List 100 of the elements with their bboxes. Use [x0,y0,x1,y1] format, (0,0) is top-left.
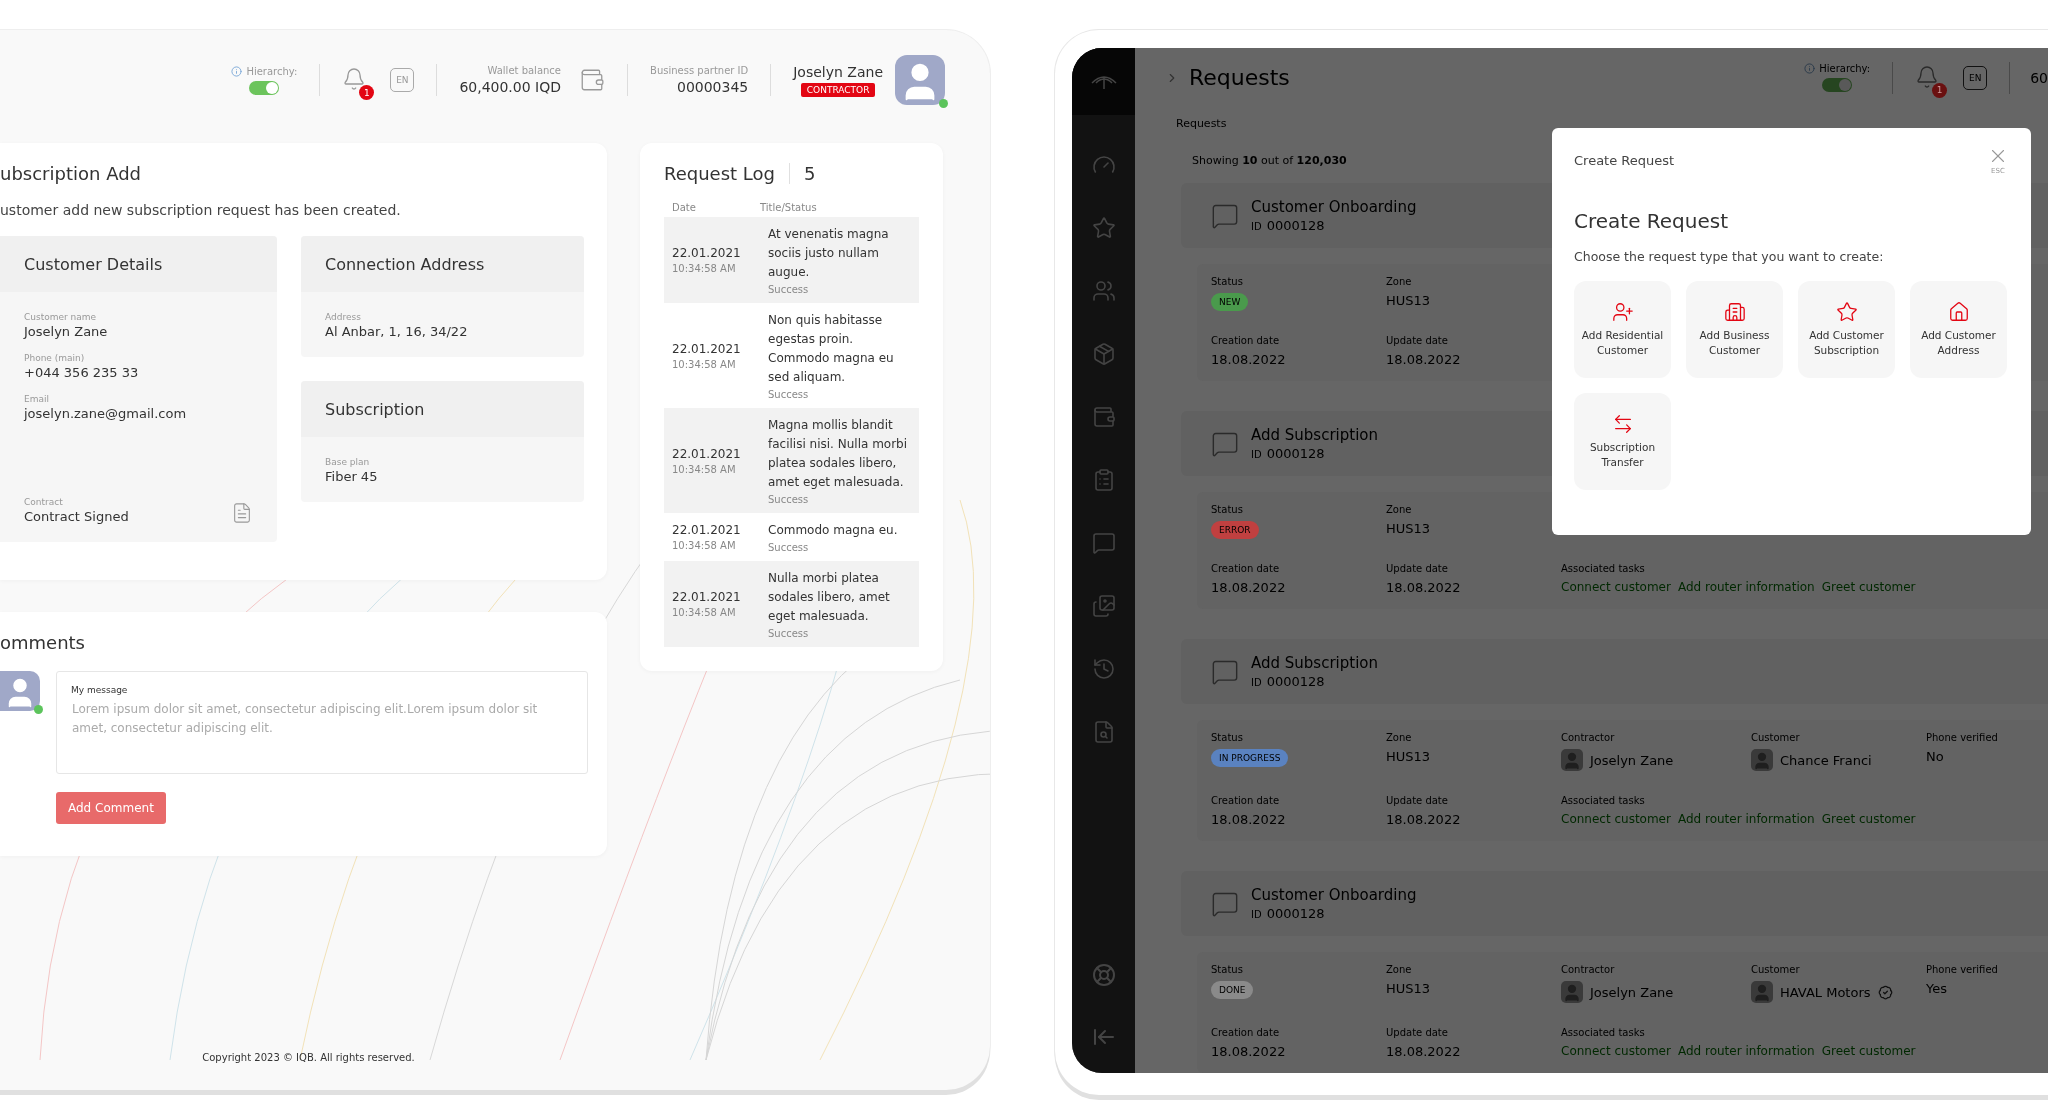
wallet-icon[interactable] [1091,405,1116,429]
request-type-option[interactable]: Add Business Customer [1686,281,1783,378]
card-title: omments [0,632,86,653]
request-type-option[interactable]: Subscription Transfer [1574,393,1671,490]
star-icon[interactable] [1091,216,1116,240]
log-time: 10:34:58 AM [672,263,737,274]
log-status: Success [768,284,810,295]
request-id: ID 0000128 [1251,906,1326,921]
results-count: Showing 10 out of 120,030 [1192,154,1347,167]
log-title: Nulla morbi platea sodales libero, amet eget malesuada. [768,570,891,625]
field-value: 18.08.2022 [1211,812,1287,827]
notification-badge: 1 [1932,82,1948,98]
log-title: Magna mollis blandit facilisi nisi. Nulla morbi platea sodales libero, amet eget malesuada. [768,417,909,491]
dialog-title: Create Request [1574,209,1730,233]
request-id: ID 0000128 [1251,446,1326,461]
status-tag: IN PROGRESS [1211,749,1289,767]
house-icon [1947,301,1970,323]
field-label: Associated tasks [1561,563,1646,574]
star-icon [1835,301,1858,323]
task-link[interactable]: Greet customer [1821,812,1916,826]
task-link[interactable]: Connect customer [1561,1044,1671,1058]
field-label: Status [1211,732,1244,743]
package-icon[interactable] [1091,342,1116,366]
document-icon[interactable] [231,502,253,524]
log-date: 22.01.2021 [672,446,742,461]
log-date: 22.01.2021 [672,246,742,260]
wallet-icon[interactable] [579,67,605,93]
request-header[interactable]: Add Subscription ID 0000128 [1181,639,2048,704]
field-value: Yes [1926,981,1948,996]
field-value: HUS13 [1386,981,1432,996]
task-link[interactable]: Greet customer [1821,580,1916,594]
users-icon[interactable] [1091,279,1116,303]
copyright-text: Copyright 2023 © IQB. All rights reserved. [201,1052,416,1065]
field-value: 18.08.2022 [1211,1044,1287,1059]
task-link[interactable]: Add router information [1677,580,1815,594]
request-title: Customer Onboarding [1251,198,1417,216]
field-label: Update date [1386,1027,1449,1038]
images-icon[interactable] [1091,594,1116,618]
field-label: Customer [1751,964,1801,975]
history-icon[interactable] [1091,657,1116,681]
field-label: Update date [1386,563,1449,574]
task-link[interactable]: Greet customer [1821,1044,1916,1058]
field-value: 18.08.2022 [1211,352,1287,367]
avatar [1561,981,1583,1003]
hierarchy-label: Hierarchy: [231,65,298,77]
field-label: Phone verified [1926,964,1999,975]
request-title: Add Subscription [1251,654,1378,672]
field-label: My message [71,685,128,695]
language-button[interactable]: EN [390,68,415,92]
avatar [1751,749,1773,771]
hierarchy-toggle[interactable] [1822,78,1853,92]
request-type-option[interactable]: Add Customer Address [1910,281,2007,378]
task-link[interactable]: Add router information [1677,812,1815,826]
wallet-balance: 60,400.00 IQD [459,79,561,95]
log-date: 22.01.2021 [672,523,742,537]
status-tag: NEW [1211,293,1249,311]
language-button[interactable]: EN [1963,65,1988,90]
user-plus-icon [1611,301,1634,323]
breadcrumb-link[interactable]: Requests [1176,117,1227,130]
task-link[interactable]: Connect customer [1561,580,1671,594]
log-count: 5 [789,163,816,184]
field-value: Contract Signed [24,509,129,524]
request-header[interactable]: Customer Onboarding ID 0000128 [1181,871,2048,936]
request-type-option[interactable]: Add Customer Subscription [1798,281,1895,378]
field-label: Contract [24,497,64,507]
avatar[interactable] [895,55,945,105]
field-label: Zone [1386,964,1413,975]
field-label: Update date [1386,795,1449,806]
request-id: ID 0000128 [1251,218,1326,233]
log-time: 10:34:58 AM [672,607,737,618]
dialog-header: Create Request [1574,153,1675,168]
field-label: Associated tasks [1561,795,1646,806]
field-value: 18.08.2022 [1386,580,1462,595]
partner-id: 00000345 [676,79,749,95]
task-link[interactable]: Connect customer [1561,812,1671,826]
field-value: 18.08.2022 [1386,352,1462,367]
bell-icon[interactable] [342,67,367,91]
field-value: 18.08.2022 [1211,580,1287,595]
field-value: 18.08.2022 [1386,812,1462,827]
life-buoy-icon[interactable] [1091,963,1116,987]
task-link[interactable]: Add router information [1677,1044,1815,1058]
field-value: Al Anbar, 1, 16, 34/22 [325,324,469,339]
field-label: Customer name [24,312,98,322]
field-value: 18.08.2022 [1386,1044,1462,1059]
card-title: ubscription Add [0,163,142,184]
field-label: Associated tasks [1561,1027,1646,1038]
log-status: Success [768,494,810,505]
field-value: HUS13 [1386,749,1432,764]
avatar [1561,749,1583,771]
message-icon[interactable] [1091,531,1116,555]
field-label: Base plan [325,457,371,467]
log-title: Commodo magna eu. [768,522,899,539]
field-label: Creation date [1211,335,1281,346]
field-label: Zone [1386,732,1413,743]
field-value: HUS13 [1386,521,1432,536]
building-icon [1723,301,1746,323]
role-tag: CONTRACTOR [800,82,876,97]
request-type-option[interactable]: Add Residential Customer [1574,281,1671,378]
hierarchy-toggle[interactable] [249,80,280,95]
log-status: Success [768,628,810,639]
